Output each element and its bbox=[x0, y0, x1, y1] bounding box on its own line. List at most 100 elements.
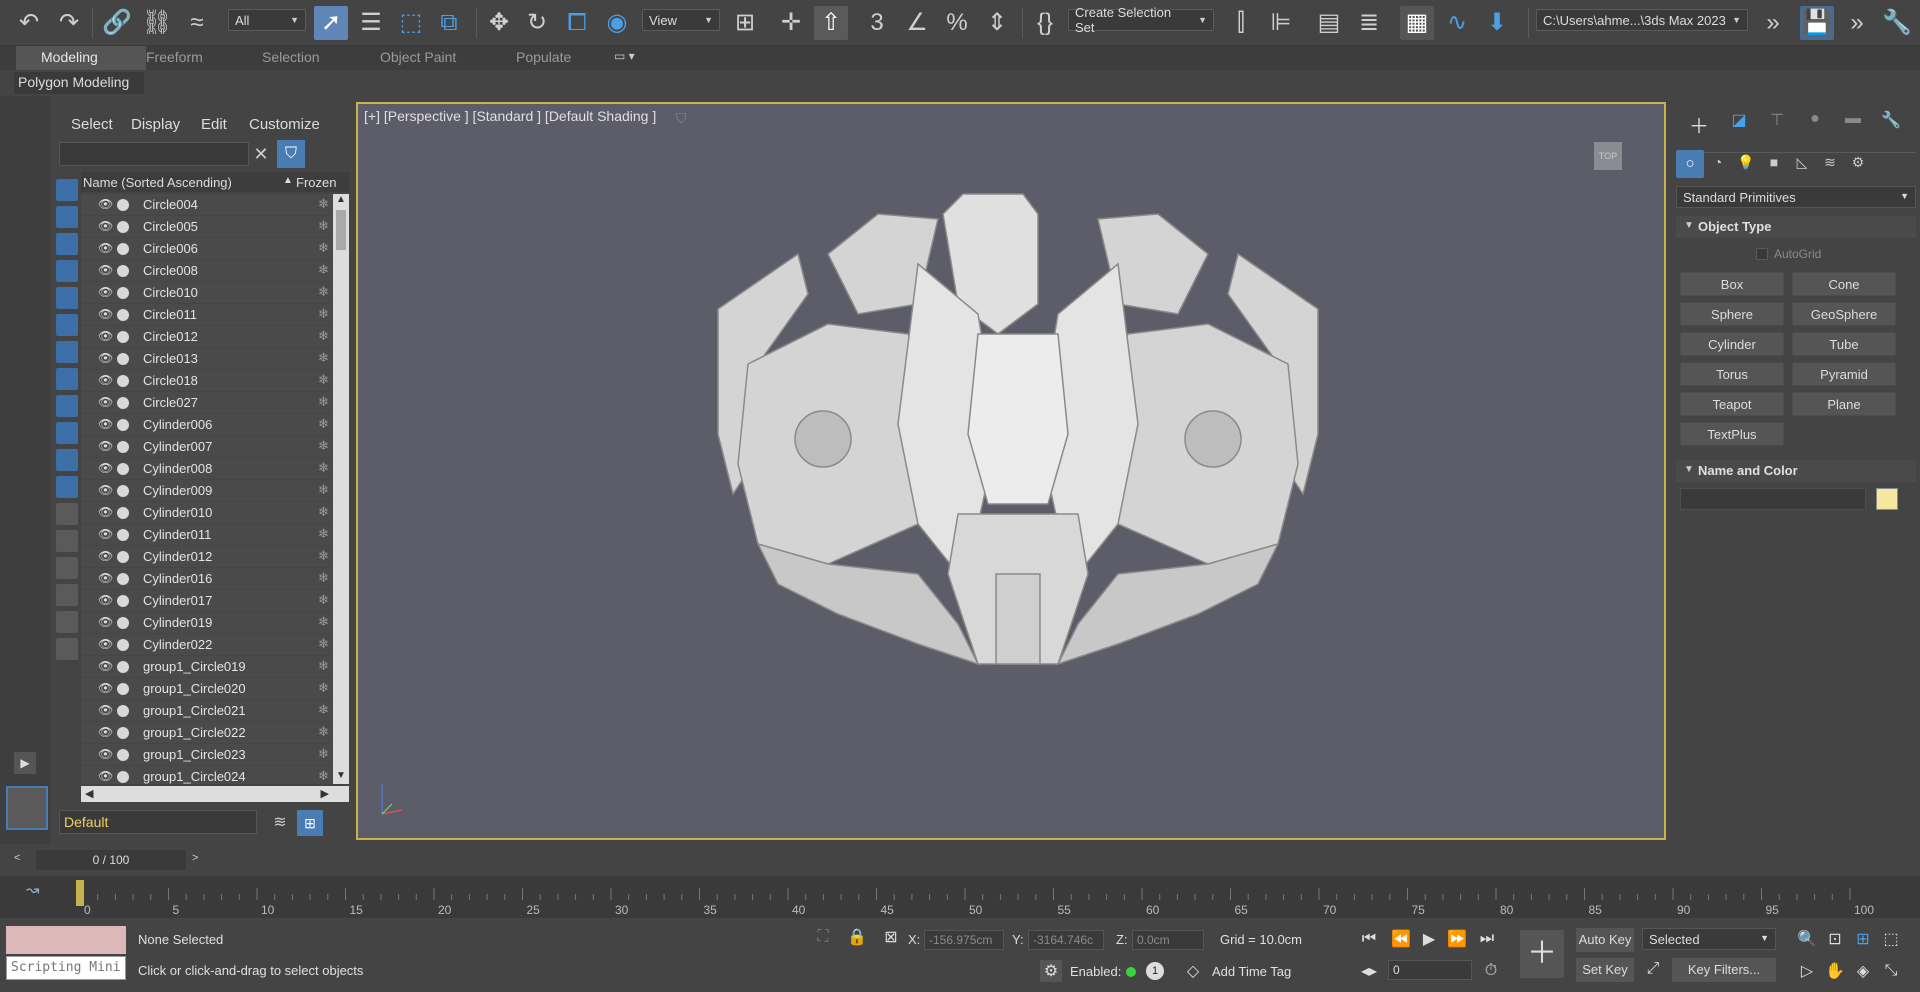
box-button[interactable]: Box bbox=[1680, 272, 1784, 296]
display-none-icon[interactable] bbox=[56, 530, 78, 552]
spinner-snap-icon[interactable]: ⇕ bbox=[980, 6, 1014, 40]
named-selection-set-dropdown[interactable]: Create Selection Set ▼ bbox=[1068, 5, 1214, 35]
selection-lock-icon[interactable]: 🔒 bbox=[846, 926, 868, 948]
modify-tab-icon[interactable]: ◪ bbox=[1728, 110, 1750, 132]
select-and-rotate-icon[interactable]: ↻ bbox=[520, 6, 554, 40]
visibility-eye-icon[interactable]: 👁 bbox=[98, 219, 113, 233]
create-tab-icon[interactable]: ＋ bbox=[1688, 110, 1710, 138]
table-row[interactable]: 👁 Cylinder010 ❄ bbox=[81, 502, 333, 524]
shapes-filter-icon[interactable] bbox=[56, 206, 78, 228]
visibility-eye-icon[interactable]: 👁 bbox=[98, 593, 113, 607]
shapes-category-icon[interactable]: ◔ bbox=[1706, 154, 1730, 174]
window-crossing-icon[interactable]: ⧉ bbox=[432, 6, 466, 40]
toggle-ribbon-icon[interactable]: ▦ bbox=[1400, 6, 1434, 40]
helpers-filter-icon[interactable] bbox=[56, 287, 78, 309]
freeze-toggle-icon[interactable]: ❄ bbox=[318, 262, 329, 278]
render-setup-icon[interactable]: 🔧 bbox=[1880, 6, 1914, 40]
cone-button[interactable]: Cone bbox=[1792, 272, 1896, 296]
unlink-icon[interactable]: ⛓ bbox=[140, 6, 174, 40]
table-row[interactable]: 👁 group1_Circle022 ❄ bbox=[81, 722, 333, 744]
freeze-toggle-icon[interactable]: ❄ bbox=[318, 284, 329, 300]
perspective-viewport[interactable]: [+] [Perspective ] [Standard ] [Default … bbox=[356, 102, 1666, 840]
table-row[interactable]: 👁 Circle005 ❄ bbox=[81, 216, 333, 238]
primitive-type-dropdown[interactable]: Standard Primitives ▼ bbox=[1676, 186, 1916, 208]
name-color-rollout-header[interactable]: ▼ Name and Color bbox=[1676, 460, 1916, 482]
freeze-toggle-icon[interactable]: ❄ bbox=[318, 394, 329, 410]
scene-explorer-toggle-icon[interactable]: ▤ bbox=[1312, 6, 1346, 40]
play-icon[interactable]: ▶ bbox=[1418, 928, 1440, 950]
visibility-eye-icon[interactable]: 👁 bbox=[98, 395, 113, 409]
invert-display-icon[interactable] bbox=[56, 557, 78, 579]
toolbar-overflow-icon[interactable]: » bbox=[1840, 6, 1874, 40]
table-row[interactable]: 👁 Cylinder011 ❄ bbox=[81, 524, 333, 546]
bones-filter-icon[interactable] bbox=[56, 395, 78, 417]
redo-icon[interactable]: ↷ bbox=[52, 6, 86, 40]
orbit-icon[interactable]: ◈ bbox=[1852, 960, 1874, 982]
horizontal-scrollbar[interactable]: ◀ ▶ bbox=[81, 786, 349, 802]
table-row[interactable]: 👁 Cylinder022 ❄ bbox=[81, 634, 333, 656]
time-config-icon[interactable]: ⏱ bbox=[1480, 960, 1502, 982]
cameras-filter-icon[interactable] bbox=[56, 260, 78, 282]
visibility-eye-icon[interactable]: 👁 bbox=[98, 549, 113, 563]
teapot-button[interactable]: Teapot bbox=[1680, 392, 1784, 416]
display-tab-icon[interactable]: ▬ bbox=[1842, 110, 1864, 132]
scroll-down-arrow[interactable]: ▼ bbox=[333, 770, 349, 784]
select-by-name-icon[interactable]: ☰ bbox=[354, 6, 388, 40]
lights-filter-icon[interactable] bbox=[56, 233, 78, 255]
maxscript-mini-input[interactable]: Scripting Mini bbox=[6, 956, 126, 980]
select-and-move-icon[interactable]: ✥ bbox=[482, 6, 516, 40]
groups-filter-icon[interactable] bbox=[56, 341, 78, 363]
link-icon[interactable]: 🔗 bbox=[100, 6, 134, 40]
menu-select[interactable]: Select bbox=[71, 116, 113, 133]
enabled-badge[interactable]: 1 bbox=[1146, 962, 1164, 980]
visibility-eye-icon[interactable]: 👁 bbox=[98, 285, 113, 299]
visibility-eye-icon[interactable]: 👁 bbox=[98, 197, 113, 211]
time-next-arrow[interactable]: > bbox=[192, 852, 206, 870]
layer-stack-icon[interactable]: ≋ bbox=[269, 812, 291, 834]
table-row[interactable]: 👁 Circle004 ❄ bbox=[81, 194, 333, 216]
object-name-input[interactable] bbox=[1680, 488, 1866, 510]
object-type-rollout-header[interactable]: ▼ Object Type bbox=[1676, 216, 1916, 238]
polygon-modeling-panel[interactable]: Polygon Modeling bbox=[14, 72, 144, 94]
freeze-toggle-icon[interactable]: ❄ bbox=[318, 570, 329, 586]
geosphere-button[interactable]: GeoSphere bbox=[1792, 302, 1896, 326]
time-prev-arrow[interactable]: < bbox=[14, 852, 28, 870]
textplus-button[interactable]: TextPlus bbox=[1680, 422, 1784, 446]
table-row[interactable]: 👁 Circle008 ❄ bbox=[81, 260, 333, 282]
adaptive-degradation-icon[interactable]: ⚙ bbox=[1040, 960, 1062, 982]
table-row[interactable]: 👁 Cylinder016 ❄ bbox=[81, 568, 333, 590]
key-mode-icon[interactable]: ◂▸ bbox=[1358, 960, 1380, 982]
more-tools-icon[interactable]: » bbox=[1756, 6, 1790, 40]
visibility-eye-icon[interactable]: 👁 bbox=[98, 351, 113, 365]
geometry-filter-icon[interactable] bbox=[56, 179, 78, 201]
visibility-eye-icon[interactable]: 👁 bbox=[98, 329, 113, 343]
cylinder-button[interactable]: Cylinder bbox=[1680, 332, 1784, 356]
zoom-all-icon[interactable]: ⊡ bbox=[1824, 928, 1846, 950]
filter-icon[interactable] bbox=[56, 611, 78, 633]
lights-category-icon[interactable]: 💡 bbox=[1734, 154, 1758, 174]
freeze-toggle-icon[interactable]: ❄ bbox=[318, 196, 329, 212]
project-path-dropdown[interactable]: C:\Users\ahme...\3ds Max 2023 ▼ bbox=[1536, 9, 1748, 31]
freeze-toggle-icon[interactable]: ❄ bbox=[318, 548, 329, 564]
visibility-eye-icon[interactable]: 👁 bbox=[98, 483, 113, 497]
vertical-scrollbar[interactable]: ▲ ▼ bbox=[333, 194, 349, 784]
clear-search-icon[interactable]: ✕ bbox=[251, 144, 271, 164]
explorer-search-input[interactable] bbox=[59, 142, 249, 166]
frame-slider[interactable]: 0 / 100 bbox=[36, 850, 186, 870]
table-row[interactable]: 👁 Circle027 ❄ bbox=[81, 392, 333, 414]
freeze-toggle-icon[interactable]: ❄ bbox=[318, 218, 329, 234]
visibility-eye-icon[interactable]: 👁 bbox=[98, 615, 113, 629]
freeze-toggle-icon[interactable]: ❄ bbox=[318, 460, 329, 476]
table-row[interactable]: 👁 Circle006 ❄ bbox=[81, 238, 333, 260]
visibility-eye-icon[interactable]: 👁 bbox=[98, 681, 113, 695]
visibility-eye-icon[interactable]: 👁 bbox=[98, 659, 113, 673]
rectangular-selection-icon[interactable]: ⬚ bbox=[394, 6, 428, 40]
freeze-toggle-icon[interactable]: ❄ bbox=[318, 328, 329, 344]
enabled-indicator[interactable] bbox=[1126, 967, 1136, 977]
expand-arrow-icon[interactable]: ▶ bbox=[14, 752, 36, 774]
save-icon[interactable]: 💾 bbox=[1800, 6, 1834, 40]
torus-button[interactable]: Torus bbox=[1680, 362, 1784, 386]
frozen-column-header[interactable]: Frozen bbox=[296, 175, 336, 190]
freeze-toggle-icon[interactable]: ❄ bbox=[318, 658, 329, 674]
freeze-toggle-icon[interactable]: ❄ bbox=[318, 438, 329, 454]
